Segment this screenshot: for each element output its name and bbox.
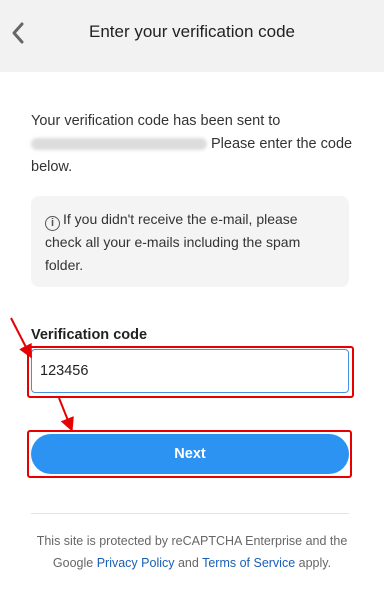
privacy-policy-link[interactable]: Privacy Policy [97, 556, 175, 570]
info-icon: i [45, 216, 60, 231]
intro-text: Your verification code has been sent to … [31, 110, 361, 179]
redacted-email [31, 138, 207, 151]
annotation-arrows [10, 317, 74, 432]
verification-code-input[interactable] [31, 349, 349, 393]
info-box: i If you didn't receive the e-mail, pleas… [31, 196, 349, 287]
page-title: Enter your verification code [89, 22, 295, 41]
footer-text-suffix: apply. [295, 556, 332, 570]
annotation-arrow-2 [58, 397, 74, 432]
verification-code-label: Verification code [31, 327, 148, 343]
divider [31, 513, 349, 514]
recaptcha-notice: This site is protected by reCAPTCHA Ente… [24, 530, 360, 574]
intro-line1: Your verification code has been sent to [31, 113, 281, 129]
next-button[interactable]: Next [31, 434, 349, 474]
terms-of-service-link[interactable]: Terms of Service [202, 556, 295, 570]
annotation-arrow-1 [10, 317, 32, 359]
footer-text-and: and [174, 556, 203, 570]
info-text: If you didn't receive the e-mail, please… [45, 211, 301, 273]
header: Enter your verification code [0, 0, 384, 72]
